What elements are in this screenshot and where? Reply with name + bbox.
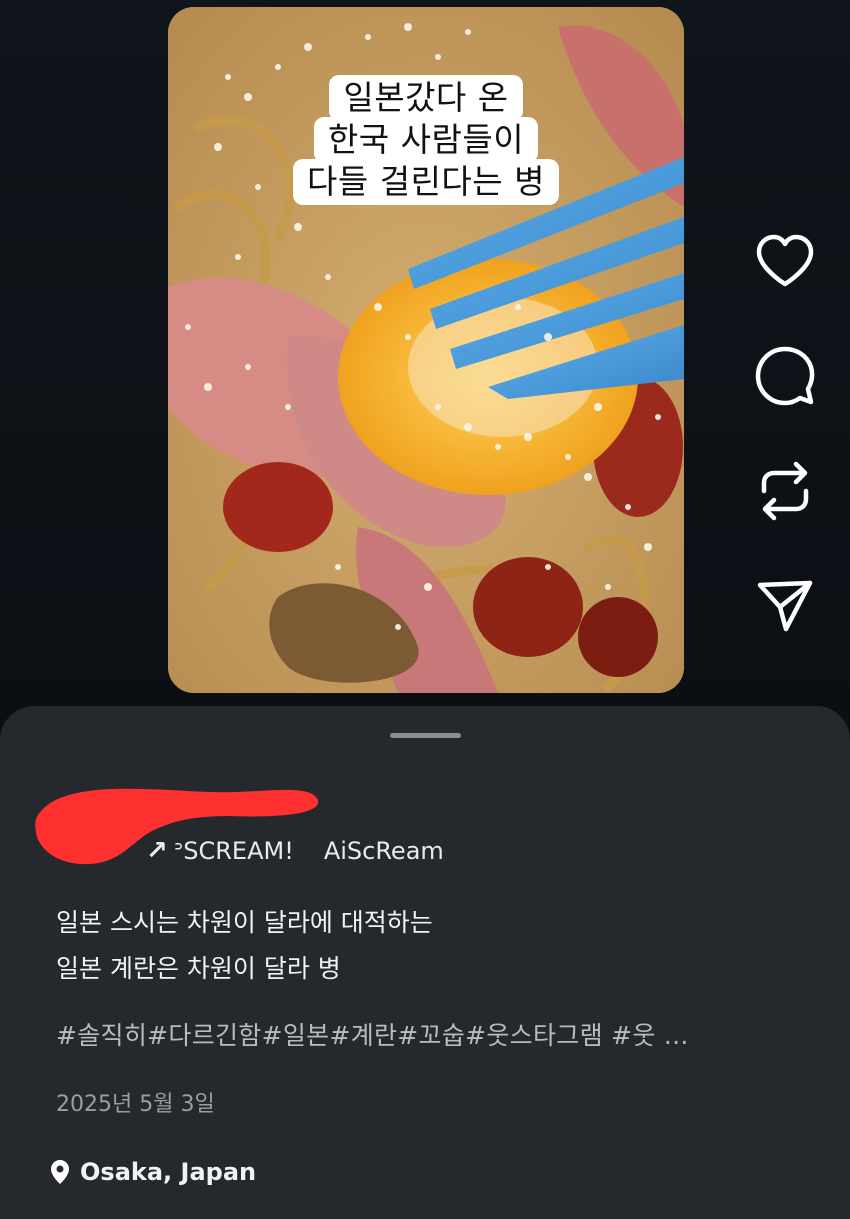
hashtag-list[interactable]: #솔직히#다르긴함#일본#계란#꼬숩#웃스타그램 #웃 ...: [56, 1016, 689, 1052]
caption-line: 일본갔다 온: [329, 75, 523, 121]
repost-button[interactable]: [752, 458, 818, 524]
post-description: 일본 스시는 차원이 달라에 대적하는 일본 계란은 차원이 달라 병: [56, 900, 433, 992]
comment-button[interactable]: [752, 343, 818, 409]
music-attribution[interactable]: ↗ ᐣSCREAM! AiScReam: [146, 836, 444, 866]
repost-icon: [761, 461, 809, 521]
description-line: 일본 스시는 차원이 달라에 대적하는: [56, 908, 433, 937]
caption-line: 한국 사람들이: [313, 117, 539, 163]
send-icon: [757, 580, 813, 632]
location-name: Osaka, Japan: [80, 1158, 257, 1186]
description-line: 일본 계란은 차원이 달라 병: [56, 954, 341, 983]
music-artist: AiScReam: [323, 837, 444, 865]
location-link[interactable]: Osaka, Japan: [50, 1158, 256, 1186]
reel-video[interactable]: 일본갔다 온 한국 사람들이 다들 걸린다는 병: [168, 7, 684, 693]
like-button[interactable]: [752, 228, 818, 294]
sheet-grabber[interactable]: [390, 733, 461, 738]
caption-line: 다들 걸린다는 병: [293, 159, 559, 205]
share-button[interactable]: [752, 573, 818, 639]
comment-icon: [755, 346, 815, 406]
video-caption-overlay: 일본갔다 온 한국 사람들이 다들 걸린다는 병: [168, 75, 684, 205]
post-info-sheet: ↗ ᐣSCREAM! AiScReam 일본 스시는 차원이 달라에 대적하는 …: [0, 706, 850, 1219]
location-pin-icon: [51, 1160, 69, 1184]
heart-icon: [756, 234, 814, 287]
reel-screen: 일본갔다 온 한국 사람들이 다들 걸린다는 병 ↗ ᐣSCREAM! AiSc…: [0, 0, 850, 1219]
music-title: ᐣSCREAM!: [173, 837, 294, 865]
post-date: 2025년 5월 3일: [56, 1092, 215, 1117]
arrow-up-right-icon: ↗: [146, 836, 168, 866]
